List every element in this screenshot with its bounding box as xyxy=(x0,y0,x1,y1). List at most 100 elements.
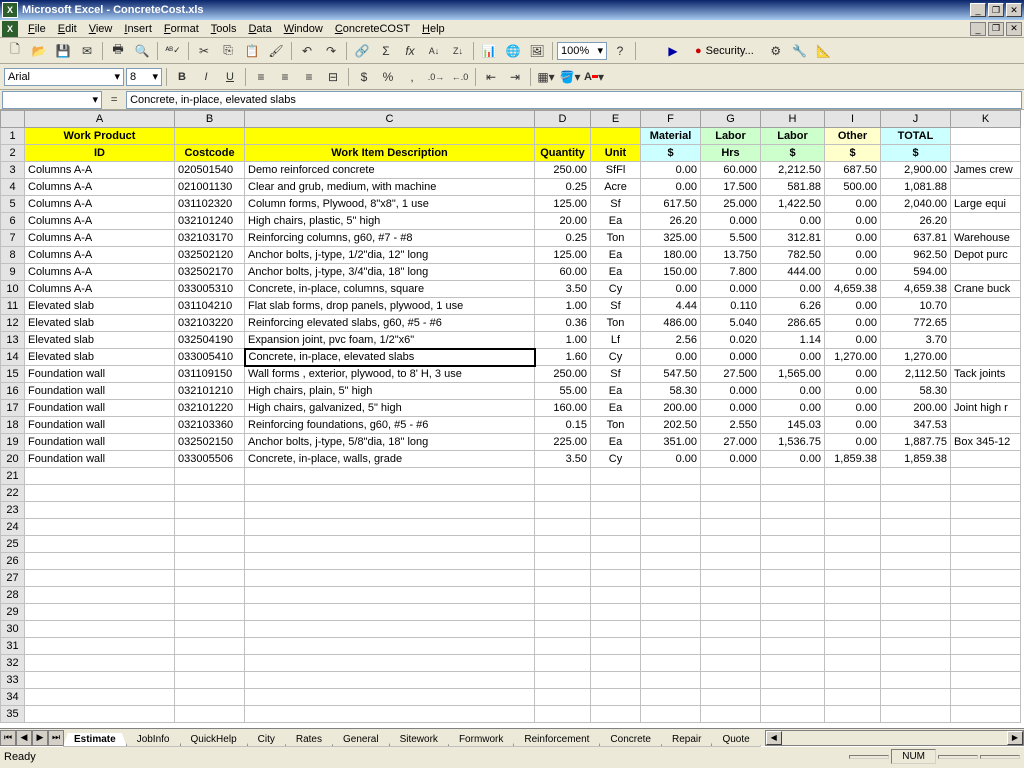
sheet-tab-city[interactable]: City xyxy=(247,733,286,747)
percent-button[interactable]: % xyxy=(377,66,399,88)
cell[interactable] xyxy=(535,128,591,145)
menu-tools[interactable]: Tools xyxy=(205,23,243,35)
cell[interactable]: 617.50 xyxy=(641,196,701,213)
cell[interactable] xyxy=(701,672,761,689)
cell[interactable] xyxy=(25,587,175,604)
cell[interactable] xyxy=(881,553,951,570)
cell[interactable] xyxy=(535,672,591,689)
cell[interactable]: $ xyxy=(761,145,825,162)
cell[interactable] xyxy=(881,689,951,706)
row-header[interactable]: 23 xyxy=(1,502,25,519)
cell[interactable] xyxy=(641,502,701,519)
cell[interactable] xyxy=(701,689,761,706)
cell[interactable]: Expansion joint, pvc foam, 1/2"x6" xyxy=(245,332,535,349)
cell[interactable]: 032101210 xyxy=(175,383,245,400)
cell[interactable]: 594.00 xyxy=(881,264,951,281)
cell[interactable]: Quantity xyxy=(535,145,591,162)
cell[interactable] xyxy=(951,179,1021,196)
cell[interactable] xyxy=(951,332,1021,349)
font-name-combo[interactable]: Arial▾ xyxy=(4,68,124,86)
cell[interactable]: James crew xyxy=(951,162,1021,179)
cell[interactable] xyxy=(535,604,591,621)
cell[interactable]: 20.00 xyxy=(535,213,591,230)
cell[interactable]: Reinforcing columns, g60, #7 - #8 xyxy=(245,230,535,247)
cell[interactable]: 1.60 xyxy=(535,349,591,366)
cell[interactable]: 1,536.75 xyxy=(761,434,825,451)
cell[interactable] xyxy=(591,655,641,672)
cell[interactable]: 58.30 xyxy=(881,383,951,400)
cell[interactable]: 0.00 xyxy=(761,400,825,417)
cell[interactable]: 033005506 xyxy=(175,451,245,468)
cell[interactable]: 0.25 xyxy=(535,230,591,247)
cell[interactable] xyxy=(175,519,245,536)
cell[interactable] xyxy=(701,621,761,638)
cell[interactable] xyxy=(951,553,1021,570)
cell[interactable]: Column forms, Plywood, 8"x8", 1 use xyxy=(245,196,535,213)
cell[interactable] xyxy=(761,604,825,621)
cell[interactable] xyxy=(951,383,1021,400)
help-button[interactable]: ? xyxy=(609,40,631,62)
format-painter-button[interactable]: 🖌 xyxy=(265,40,287,62)
cell[interactable]: 250.00 xyxy=(535,162,591,179)
cell[interactable]: 27.500 xyxy=(701,366,761,383)
cell[interactable]: 0.00 xyxy=(761,349,825,366)
cell[interactable]: 0.00 xyxy=(641,281,701,298)
cell[interactable]: 0.00 xyxy=(641,451,701,468)
column-header-K[interactable]: K xyxy=(951,111,1021,128)
cell[interactable] xyxy=(761,655,825,672)
cell[interactable] xyxy=(701,604,761,621)
cell[interactable]: 033005410 xyxy=(175,349,245,366)
cell[interactable]: 0.25 xyxy=(535,179,591,196)
cell[interactable] xyxy=(535,502,591,519)
print-button[interactable]: 🖶 xyxy=(107,40,129,62)
worksheet-grid[interactable]: ABCDEFGHIJK 1Work ProductMaterialLaborLa… xyxy=(0,110,1024,728)
cell[interactable] xyxy=(591,621,641,638)
design-mode-button[interactable]: 📐 xyxy=(813,40,835,62)
cell[interactable]: 0.00 xyxy=(825,366,881,383)
cell[interactable] xyxy=(175,502,245,519)
underline-button[interactable]: U xyxy=(219,66,241,88)
cell[interactable] xyxy=(701,468,761,485)
cell[interactable] xyxy=(591,706,641,723)
row-header[interactable]: 28 xyxy=(1,587,25,604)
cell[interactable]: Columns A-A xyxy=(25,264,175,281)
cell[interactable]: 782.50 xyxy=(761,247,825,264)
cell[interactable] xyxy=(641,689,701,706)
cell[interactable] xyxy=(591,689,641,706)
row-header[interactable]: 11 xyxy=(1,298,25,315)
chart-button[interactable]: 📊 xyxy=(478,40,500,62)
sheet-tab-concrete[interactable]: Concrete xyxy=(599,733,662,747)
row-header[interactable]: 10 xyxy=(1,281,25,298)
cell[interactable]: 032101220 xyxy=(175,400,245,417)
cell[interactable] xyxy=(951,638,1021,655)
row-header[interactable]: 12 xyxy=(1,315,25,332)
cell[interactable]: Columns A-A xyxy=(25,281,175,298)
cell[interactable]: Warehouse xyxy=(951,230,1021,247)
doc-restore-button[interactable]: ❐ xyxy=(988,22,1004,36)
cell[interactable]: Elevated slab xyxy=(25,298,175,315)
cell[interactable]: 0.000 xyxy=(701,349,761,366)
cell[interactable]: Ton xyxy=(591,230,641,247)
cell[interactable] xyxy=(245,672,535,689)
cell[interactable]: TOTAL xyxy=(881,128,951,145)
cell[interactable] xyxy=(761,689,825,706)
redo-button[interactable]: ↷ xyxy=(320,40,342,62)
cell[interactable]: Columns A-A xyxy=(25,179,175,196)
menu-edit[interactable]: Edit xyxy=(52,23,83,35)
cell[interactable]: 0.00 xyxy=(641,179,701,196)
cell[interactable]: 200.00 xyxy=(881,400,951,417)
sheet-tab-repair[interactable]: Repair xyxy=(661,733,712,747)
menu-format[interactable]: Format xyxy=(158,23,205,35)
cell[interactable] xyxy=(25,553,175,570)
cell[interactable]: $ xyxy=(641,145,701,162)
cell[interactable] xyxy=(761,621,825,638)
cell[interactable] xyxy=(175,689,245,706)
cell[interactable]: 0.000 xyxy=(701,400,761,417)
cell[interactable] xyxy=(951,655,1021,672)
cell[interactable] xyxy=(761,468,825,485)
cell[interactable]: 0.020 xyxy=(701,332,761,349)
cell[interactable] xyxy=(761,502,825,519)
currency-button[interactable]: $ xyxy=(353,66,375,88)
cell[interactable] xyxy=(245,570,535,587)
cell[interactable] xyxy=(175,468,245,485)
